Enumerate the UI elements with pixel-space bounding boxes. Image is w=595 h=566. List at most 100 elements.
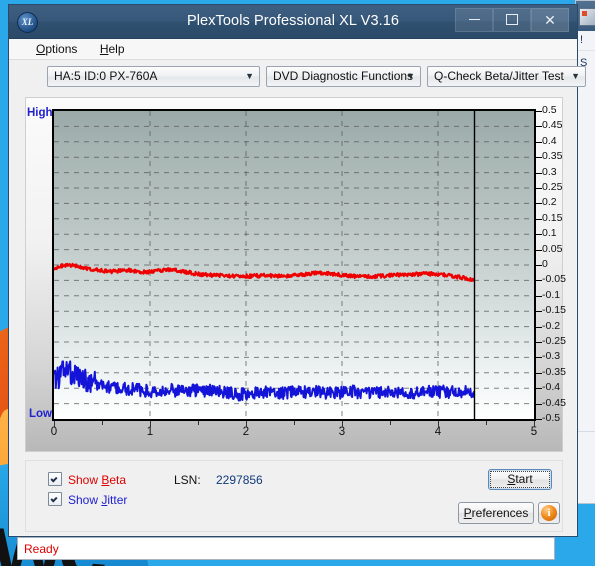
y-axis-tick-mark bbox=[536, 126, 542, 128]
y-axis-tick-label: 0.25 bbox=[542, 181, 563, 193]
y-axis-tick-label: 0.35 bbox=[542, 150, 563, 163]
x-axis-tick-label: 0 bbox=[50, 426, 58, 438]
x-axis-tick-label: 2 bbox=[242, 426, 250, 438]
menu-item-options-label: ptions bbox=[45, 42, 78, 56]
background-window-menubar: ! bbox=[576, 31, 595, 51]
y-axis-tick-mark bbox=[536, 203, 542, 205]
y-axis-tick-label: 0.4 bbox=[542, 134, 557, 147]
x-axis-tick-label: 3 bbox=[338, 426, 346, 438]
y-axis-tick-mark bbox=[536, 188, 542, 189]
toolbar: HA:5 ID:0 PX-760A ▼ DVD Diagnostic Funct… bbox=[9, 60, 586, 93]
x-axis-tick-mark bbox=[342, 421, 343, 427]
menu-item-help-label: elp bbox=[108, 42, 125, 56]
preferences-button[interactable]: Preferences bbox=[458, 502, 534, 524]
menubar: Options Help bbox=[9, 39, 577, 60]
x-axis-minor-tick-mark bbox=[198, 421, 199, 425]
y-axis-tick-label: -0.45 bbox=[542, 396, 566, 409]
show-beta-checkbox[interactable]: Show Beta bbox=[48, 472, 126, 487]
y-axis-tick-mark bbox=[536, 403, 542, 405]
x-axis-minor-tick-mark bbox=[486, 421, 487, 425]
y-axis-tick-mark bbox=[536, 111, 542, 112]
y-axis-tick-label: -0.35 bbox=[542, 365, 566, 378]
axis-low-label: Low bbox=[29, 408, 52, 420]
x-axis-tick-label: 1 bbox=[146, 426, 154, 438]
y-axis-tick-label: -0.2 bbox=[542, 319, 561, 332]
y-axis-tick-mark bbox=[536, 311, 542, 313]
preferences-button-label: Preferences bbox=[463, 506, 529, 520]
x-axis-minor-tick-mark bbox=[294, 421, 295, 425]
y-axis-tick-mark bbox=[536, 157, 542, 159]
axis-high-label: High bbox=[27, 107, 53, 119]
test-select-value: Q-Check Beta/Jitter Test bbox=[434, 69, 564, 83]
lsn-label: LSN: bbox=[174, 473, 201, 487]
checkbox-check-icon bbox=[48, 492, 62, 506]
info-button[interactable]: i bbox=[538, 502, 560, 524]
menu-item-help[interactable]: Help bbox=[91, 39, 134, 60]
chevron-down-icon: ▼ bbox=[245, 71, 254, 81]
y-axis-tick-label: 0.15 bbox=[542, 211, 563, 224]
y-axis-tick-mark bbox=[536, 234, 542, 236]
y-axis-tick-label: -0.05 bbox=[542, 273, 566, 286]
maximize-button[interactable] bbox=[493, 8, 531, 32]
y-axis-tick-label: 0.2 bbox=[542, 196, 557, 209]
background-window-icon bbox=[579, 8, 595, 26]
chart-panel: High Low 0.5 0.45 0.4 0.35 0.3 0.25 0.2 0.15 0.1… bbox=[25, 97, 566, 452]
function-select-value: DVD Diagnostic Functions bbox=[273, 69, 414, 83]
x-axis-tick-mark bbox=[438, 421, 439, 427]
options-panel: Show Beta Show Jitter LSN: 2297856 Start… bbox=[25, 460, 563, 532]
minimize-icon bbox=[468, 19, 480, 20]
close-button[interactable]: ✕ bbox=[531, 8, 569, 32]
drive-select[interactable]: HA:5 ID:0 PX-760A ▼ bbox=[47, 66, 260, 87]
y-axis-tick-mark bbox=[536, 357, 542, 359]
y-axis-tick-mark bbox=[536, 265, 542, 266]
y-axis-tick-label: 0.3 bbox=[542, 165, 557, 178]
show-jitter-label: Show Jitter bbox=[68, 493, 128, 507]
y-axis-tick-mark bbox=[536, 326, 542, 328]
y-axis-tick-mark bbox=[536, 342, 542, 343]
y-axis-tick-mark bbox=[536, 280, 542, 282]
window-titlebar: XL PlexTools Professional XL V3.16 ✕ bbox=[9, 5, 577, 39]
beta-jitter-plot[interactable] bbox=[52, 109, 536, 421]
y-axis-tick-label: -0.15 bbox=[542, 304, 566, 317]
y-axis-tick-label: -0.25 bbox=[542, 335, 566, 347]
start-button[interactable]: Start bbox=[488, 469, 552, 490]
test-select[interactable]: Q-Check Beta/Jitter Test ▼ bbox=[427, 66, 586, 87]
y-axis-tick-label: 0.1 bbox=[542, 227, 557, 240]
chevron-down-icon: ▼ bbox=[406, 71, 415, 81]
y-axis-tick-label: -0.3 bbox=[542, 350, 561, 363]
info-icon: i bbox=[541, 505, 557, 521]
x-axis-tick-label: 4 bbox=[434, 426, 442, 438]
y-axis-tick-mark bbox=[536, 172, 542, 174]
y-axis-tick-label: 0.5 bbox=[542, 104, 557, 116]
show-beta-label: Show Beta bbox=[68, 473, 127, 487]
focus-ring bbox=[490, 471, 550, 488]
status-text: Ready bbox=[24, 542, 59, 556]
y-axis-tick-mark bbox=[536, 388, 542, 390]
y-axis-tick-label: -0.5 bbox=[542, 412, 561, 424]
x-axis-tick-label: 5 bbox=[530, 426, 538, 438]
show-jitter-checkbox[interactable]: Show Jitter bbox=[48, 492, 127, 507]
drive-select-value: HA:5 ID:0 PX-760A bbox=[54, 69, 158, 83]
y-axis-tick-mark bbox=[536, 419, 542, 420]
x-axis-tick-mark bbox=[534, 421, 535, 427]
lsn-value: 2297856 bbox=[216, 473, 263, 487]
y-axis-tick-label: 0.45 bbox=[542, 119, 563, 132]
plot-canvas bbox=[54, 111, 534, 419]
function-select[interactable]: DVD Diagnostic Functions ▼ bbox=[266, 66, 421, 87]
checkbox-check-icon bbox=[48, 472, 62, 486]
minimize-button[interactable] bbox=[455, 8, 493, 32]
y-axis-tick-label: -0.4 bbox=[542, 381, 561, 394]
x-axis-minor-tick-mark bbox=[102, 421, 103, 425]
chevron-down-icon: ▼ bbox=[571, 71, 580, 81]
x-axis-tick-mark bbox=[54, 421, 55, 427]
x-axis-tick-mark bbox=[246, 421, 247, 427]
background-window-divider bbox=[576, 431, 595, 432]
y-axis-tick-mark bbox=[536, 249, 542, 251]
x-axis-tick-mark bbox=[150, 421, 151, 427]
maximize-icon bbox=[506, 14, 518, 25]
x-axis-minor-tick-mark bbox=[390, 421, 391, 425]
y-axis-tick-mark bbox=[536, 141, 542, 143]
menu-item-options[interactable]: Options bbox=[27, 39, 86, 60]
y-axis-tick-label: 0 bbox=[542, 258, 548, 270]
plextools-window: XL PlexTools Professional XL V3.16 ✕ Opt… bbox=[8, 4, 586, 560]
